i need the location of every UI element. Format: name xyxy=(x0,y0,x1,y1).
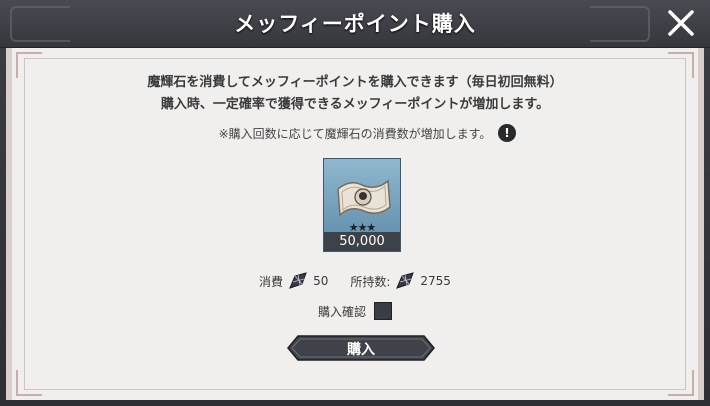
close-icon xyxy=(668,10,694,36)
magic-stone-icon xyxy=(289,272,307,289)
meffy-point-item-card: ★★★ 50,000 xyxy=(323,158,401,252)
corner-ornament xyxy=(668,370,694,396)
owned-label: 所持数: xyxy=(350,274,391,289)
close-button[interactable] xyxy=(666,8,696,38)
magic-stone-icon xyxy=(396,272,415,289)
description-line-2: 購入時、一定確率で獲得できるメッフィーポイントが増加します。 xyxy=(160,97,550,112)
consume-value: 50 xyxy=(313,274,329,288)
banknote-icon xyxy=(337,179,391,217)
purchase-dialog: メッフィーポイント購入 魔輝石を消費してメッフィーポイントを購入できます（毎日初… xyxy=(0,0,710,406)
description-line-1: 魔輝石を消費してメッフィーポイントを購入できます（毎日初回無料） xyxy=(147,75,563,90)
buy-button-label: 購入 xyxy=(347,342,375,358)
owned-value: 2755 xyxy=(420,274,451,288)
confirm-label: 購入確認 xyxy=(317,304,366,319)
corner-ornament xyxy=(16,370,42,396)
cost-increase-note: ※購入回数に応じて魔輝石の消費数が増加します。 xyxy=(218,127,492,141)
buy-button[interactable]: 購入 xyxy=(286,333,436,363)
cost-row: 消費 50 所持数: 2755 xyxy=(12,270,698,292)
info-icon[interactable]: ! xyxy=(498,124,516,142)
item-amount: 50,000 xyxy=(324,232,400,251)
dialog-title: メッフィーポイント購入 xyxy=(234,12,476,36)
consume-label: 消費 xyxy=(259,274,284,289)
confirm-checkbox[interactable] xyxy=(374,302,392,320)
content-panel: 魔輝石を消費してメッフィーポイントを購入できます（毎日初回無料） 購入時、一定確… xyxy=(6,48,704,400)
dialog-header: メッフィーポイント購入 xyxy=(0,0,710,48)
purchase-confirm-row: 購入確認 xyxy=(12,302,698,320)
